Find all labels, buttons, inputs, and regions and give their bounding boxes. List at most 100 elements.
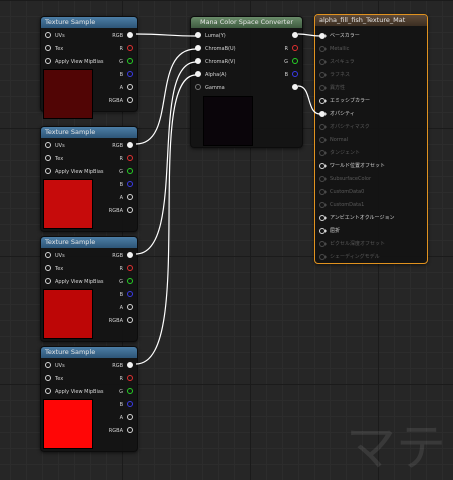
material-input-row[interactable]: ベースカラー [319,31,360,41]
output-pin-icon[interactable] [292,84,298,90]
material-input-pin-icon[interactable] [319,227,327,234]
input-chroma-r[interactable]: ChromaR(V) [195,57,235,67]
output-pin-icon[interactable] [292,58,298,64]
input-pin-icon[interactable] [45,45,51,51]
node-title[interactable]: Texture Sample [41,17,137,28]
output-a[interactable]: A [120,303,133,313]
input-pin-icon[interactable] [195,32,201,38]
material-input-pin-icon[interactable] [319,240,327,247]
material-input-pin-icon[interactable] [319,201,327,208]
material-input-row[interactable]: ピクセル深度オフセット [319,239,385,249]
material-input-row[interactable]: Metallic [319,44,349,54]
output-pin-icon[interactable] [127,97,133,103]
material-input-row[interactable]: ラフネス [319,70,350,80]
input-pin-icon[interactable] [45,375,51,381]
material-input-pin-icon[interactable] [319,175,327,182]
output-r[interactable]: R [120,44,133,54]
material-input-row[interactable]: スペキュラ [319,57,355,67]
input-pin-icon[interactable] [195,71,201,77]
input-pin-icon[interactable] [45,388,51,394]
output-g[interactable]: G [284,57,298,67]
output-pin-icon[interactable] [127,252,133,258]
material-input-row[interactable]: エミッシブカラー [319,96,370,106]
output-pin-icon[interactable] [127,84,133,90]
output-g[interactable]: G [119,387,133,397]
input-uvs[interactable]: UVs [45,251,65,261]
output-rgb[interactable]: RGB [112,31,133,41]
material-input-pin-icon[interactable] [319,110,327,117]
material-input-row[interactable]: タンジェント [319,148,360,158]
output-pin-icon[interactable] [127,194,133,200]
output-rgba[interactable]: RGBA [109,206,133,216]
input-mipbias[interactable]: Apply View MipBias [45,57,104,67]
output-a[interactable]: A [120,83,133,93]
input-alpha[interactable]: Alpha(A) [195,70,227,80]
output-pin-icon[interactable] [127,168,133,174]
input-tex[interactable]: Tex [45,44,63,54]
input-mipbias[interactable]: Apply View MipBias [45,167,104,177]
material-input-pin-icon[interactable] [319,32,327,39]
material-input-row[interactable]: 異方性 [319,83,345,93]
material-input-row[interactable]: CustomData1 [319,200,364,210]
output-pin-icon[interactable] [292,45,298,51]
input-pin-icon[interactable] [45,32,51,38]
output-pin-icon[interactable] [127,362,133,368]
input-pin-icon[interactable] [45,155,51,161]
input-mipbias[interactable]: Apply View MipBias [45,277,104,287]
output-alpha[interactable] [288,83,298,93]
input-mipbias[interactable]: Apply View MipBias [45,387,104,397]
material-input-pin-icon[interactable] [319,45,327,52]
output-pin-icon[interactable] [127,181,133,187]
output-pin-icon[interactable] [127,401,133,407]
input-tex[interactable]: Tex [45,374,63,384]
material-input-row[interactable]: 屈折 [319,226,340,236]
input-uvs[interactable]: UVs [45,31,65,41]
output-b[interactable]: B [120,290,133,300]
color-space-converter-node[interactable]: Mana Color Space Converter Luma(Y) Chrom… [190,16,303,148]
material-input-pin-icon[interactable] [319,149,327,156]
input-gamma[interactable]: Gamma [195,83,225,93]
input-pin-icon[interactable] [45,58,51,64]
material-input-pin-icon[interactable] [319,84,327,91]
graph-canvas[interactable]: マテ Texture Sample UVs Tex Apply View Mip… [0,0,453,477]
material-input-row[interactable]: ワールド位置オフセット [319,161,385,171]
texture-sample-node[interactable]: Texture Sample UVs Tex Apply View MipBia… [40,126,138,232]
texture-sample-node[interactable]: Texture Sample UVs Tex Apply View MipBia… [40,236,138,342]
input-luma[interactable]: Luma(Y) [195,31,226,41]
output-pin-icon[interactable] [292,32,298,38]
output-g[interactable]: G [119,167,133,177]
texture-sample-node[interactable]: Texture Sample UVs Tex Apply View MipBia… [40,346,138,452]
output-pin-icon[interactable] [127,155,133,161]
input-pin-icon[interactable] [45,252,51,258]
output-rgb[interactable]: RGB [112,141,133,151]
input-pin-icon[interactable] [45,278,51,284]
node-title[interactable]: Mana Color Space Converter [191,17,302,28]
material-input-pin-icon[interactable] [319,136,327,143]
output-g[interactable]: G [119,277,133,287]
texture-sample-node[interactable]: Texture Sample UVs Tex Apply View MipBia… [40,16,138,119]
material-input-pin-icon[interactable] [319,253,327,260]
output-b[interactable]: B [120,70,133,80]
output-pin-icon[interactable] [127,414,133,420]
input-tex[interactable]: Tex [45,264,63,274]
material-input-row[interactable]: シェーディングモデル [319,252,380,262]
node-title[interactable]: Texture Sample [41,237,137,248]
material-input-row[interactable]: Normal [319,135,348,145]
output-pin-icon[interactable] [127,388,133,394]
node-title[interactable]: alpha_fill_fish_Texture_Mat [315,15,427,26]
material-result-node[interactable]: alpha_fill_fish_Texture_Mat ベースカラー Metall… [314,14,428,264]
node-title[interactable]: Texture Sample [41,127,137,138]
material-input-pin-icon[interactable] [319,58,327,65]
output-b[interactable]: B [285,70,298,80]
output-b[interactable]: B [120,400,133,410]
input-uvs[interactable]: UVs [45,361,65,371]
output-pin-icon[interactable] [292,71,298,77]
input-tex[interactable]: Tex [45,154,63,164]
input-pin-icon[interactable] [45,142,51,148]
output-pin-icon[interactable] [127,278,133,284]
output-pin-icon[interactable] [127,58,133,64]
material-input-row[interactable]: オパシティ [319,109,355,119]
output-pin-icon[interactable] [127,142,133,148]
material-input-pin-icon[interactable] [319,71,327,78]
output-b[interactable]: B [120,180,133,190]
